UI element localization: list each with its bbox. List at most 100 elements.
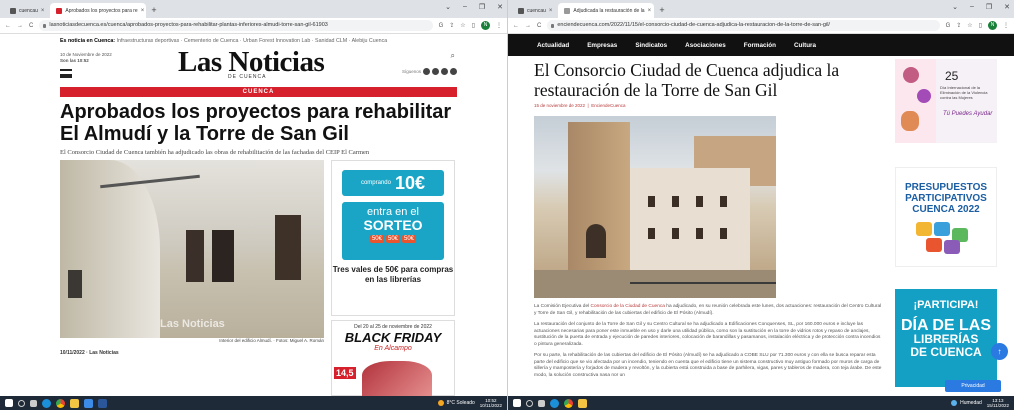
sidebar-icon[interactable]: ▯ (472, 22, 475, 29)
consorcio-link[interactable]: Consorcio de la Ciudad de Cuenca (591, 304, 665, 309)
new-tab-icon[interactable]: + (654, 3, 669, 18)
photo-doorway (586, 224, 606, 258)
banner-line: CUENCA 2022 (912, 204, 980, 215)
twitter-icon[interactable] (432, 68, 439, 75)
date-block: 10 de Noviembre de 2022 Son las 10:52 (60, 52, 112, 64)
search-icon[interactable] (18, 399, 25, 407)
tab-article[interactable]: Aprobados los proyectos para re × (50, 3, 147, 18)
photo-window (672, 228, 679, 239)
url-input[interactable]: lasnoticiasdecuenca.es/cuenca/aprobados-… (39, 20, 433, 31)
edge-icon[interactable] (42, 398, 51, 408)
hot-topic-link[interactable]: Urban Forest Innovation Lab (243, 38, 310, 44)
restore-icon[interactable]: ❐ (479, 3, 485, 11)
illustration-figure (903, 67, 919, 83)
bookstore-ad[interactable]: comprando 10€ entra en el SORTEO 50€ 50€ 50… (331, 160, 455, 316)
scroll-top-button[interactable]: ↑ (991, 343, 1008, 360)
minimize-icon[interactable]: – (463, 3, 467, 11)
hot-topics-label: Es noticia en Cuenca: (60, 38, 116, 44)
weather-text: Humedad (960, 400, 982, 406)
close-window-icon[interactable]: ✕ (497, 3, 503, 11)
tab-cuencau[interactable]: cuencau × (512, 3, 558, 18)
explorer-icon[interactable] (578, 398, 587, 408)
nav-item-actualidad[interactable]: Actualidad (528, 42, 578, 49)
hot-topic-link[interactable]: Sanidad CLM (315, 38, 347, 44)
chrome-icon[interactable] (564, 398, 573, 408)
tab-cuencau[interactable]: cuencau × (4, 3, 50, 18)
current-time: Son las 10:52 (60, 58, 89, 63)
reload-icon[interactable]: C (29, 23, 33, 29)
sidebar-banner-25n[interactable]: 25 Día Internacional de la Eliminación d… (895, 59, 997, 143)
chrome-icon[interactable] (56, 398, 65, 408)
search-icon[interactable]: ⌕ (451, 51, 455, 61)
back-icon[interactable]: ← (5, 23, 11, 29)
privacy-button[interactable]: Privacidad (945, 380, 1001, 392)
taskbar: Humedad 13:13 15/11/2022 (508, 396, 1014, 410)
hot-topic-link[interactable]: Alebiju Cuenca (352, 38, 388, 44)
url-input[interactable]: enciendecuenca.com/2022/11/15/el-consorc… (547, 20, 940, 31)
hot-topic-link[interactable]: Infraestructuras deportivas (117, 38, 180, 44)
chevron-down-icon[interactable]: ⌄ (445, 3, 451, 11)
system-clock[interactable]: 10:52 10/11/2022 (480, 398, 502, 408)
weather-text: 8°C Soleado (446, 400, 475, 406)
star-icon[interactable]: ☆ (967, 22, 972, 29)
close-icon[interactable]: × (41, 8, 45, 14)
avatar[interactable]: N (481, 21, 490, 30)
section-band[interactable]: CUENCA (60, 87, 457, 97)
avatar[interactable]: N (988, 21, 997, 30)
photo-window (648, 228, 655, 239)
sidebar-banner-librerias[interactable]: ¡PARTICIPA! DÍA DE LAS LIBRERÍAS DE CUEN… (895, 289, 997, 387)
hamburger-menu-icon[interactable] (60, 69, 72, 78)
nav-item-cultura[interactable]: Cultura (785, 42, 825, 49)
close-icon[interactable]: × (549, 8, 553, 14)
edge-icon[interactable] (550, 398, 559, 408)
instagram-icon[interactable] (441, 68, 448, 75)
sidebar-banner-presupuestos[interactable]: PRESUPUESTOS PARTICIPATIVOS CUENCA 2022 (895, 167, 997, 267)
store-icon[interactable] (84, 398, 93, 408)
nav-item-formacion[interactable]: Formación (735, 42, 785, 49)
system-clock[interactable]: 13:13 15/11/2022 (987, 398, 1009, 408)
taskview-icon[interactable] (30, 399, 37, 407)
windows-start-icon[interactable] (513, 399, 521, 407)
close-icon[interactable]: × (141, 8, 145, 14)
minimize-icon[interactable]: – (970, 3, 974, 11)
share-icon[interactable]: ⇪ (449, 22, 454, 29)
reload-icon[interactable]: C (537, 23, 541, 29)
tab-article[interactable]: Adjudicada la restauración de la × (558, 3, 655, 18)
star-icon[interactable]: ☆ (460, 22, 465, 29)
word-icon[interactable] (98, 398, 107, 408)
meta-date[interactable]: 15 de noviembre de 2022 (534, 103, 585, 108)
google-icon[interactable]: G (439, 23, 444, 29)
sidebar-icon[interactable]: ▯ (979, 22, 982, 29)
share-icon[interactable]: ⇪ (956, 22, 961, 29)
search-icon[interactable] (526, 399, 533, 407)
menu-icon[interactable]: ⋮ (496, 22, 502, 29)
forward-icon[interactable]: → (525, 23, 531, 29)
back-icon[interactable]: ← (513, 23, 519, 29)
weather-widget[interactable]: Humedad (951, 400, 982, 406)
chevron-down-icon[interactable]: ⌄ (952, 3, 958, 11)
hot-topic-link[interactable]: Cementerio de Cuenca (184, 38, 238, 44)
black-friday-ad[interactable]: Del 20 al 25 de noviembre de 2022 BLACK … (331, 320, 455, 396)
youtube-icon[interactable] (450, 68, 457, 75)
google-icon[interactable]: G (946, 23, 951, 29)
explorer-icon[interactable] (70, 398, 79, 408)
new-tab-icon[interactable]: + (146, 3, 161, 18)
menu-icon[interactable]: ⋮ (1003, 22, 1009, 29)
forward-icon[interactable]: → (17, 23, 23, 29)
facebook-icon[interactable] (423, 68, 430, 75)
paragraph: La restauración del conjunto de la Torre… (534, 322, 881, 347)
meta-author[interactable]: EnciendeCuenca (591, 103, 625, 108)
taskview-icon[interactable] (538, 399, 545, 407)
nav-item-empresas[interactable]: Empresas (578, 42, 626, 49)
nav-item-sindicatos[interactable]: Sindicatos (626, 42, 676, 49)
weather-widget[interactable]: 8°C Soleado (437, 400, 475, 406)
windows-start-icon[interactable] (5, 399, 13, 407)
nav-item-asociaciones[interactable]: Asociaciones (676, 42, 735, 49)
close-window-icon[interactable]: ✕ (1004, 3, 1010, 11)
close-icon[interactable]: × (648, 8, 652, 14)
ad-chip: 50€ (369, 235, 384, 243)
article-body: La Comisión Ejecutiva del Consorcio de l… (534, 304, 884, 379)
restore-icon[interactable]: ❐ (986, 3, 992, 11)
site-logo[interactable]: Las Noticias (178, 48, 325, 77)
banner-text: Día Internacional de la Eliminación de l… (940, 85, 988, 100)
